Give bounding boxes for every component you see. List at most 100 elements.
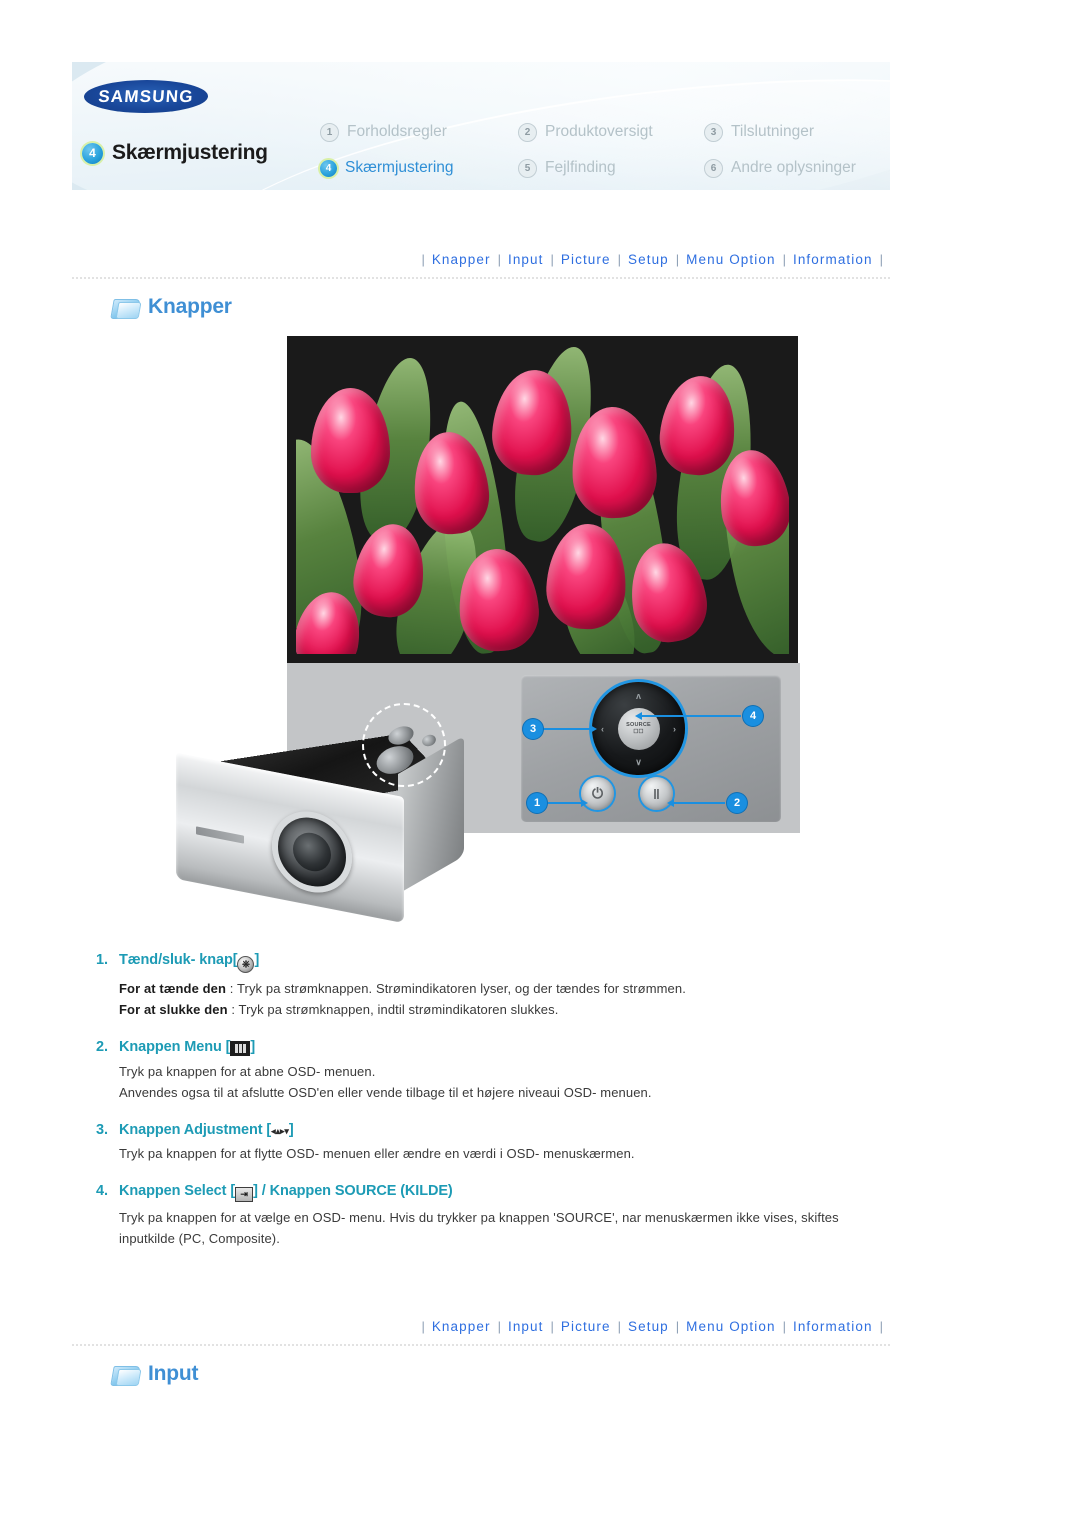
select-icon: ⇥ [235, 1187, 254, 1203]
nav-link-menu-option-bottom[interactable]: Menu Option [686, 1319, 775, 1334]
list-item-title: Knappen Adjustment [119, 1122, 263, 1139]
list-item-line: For at tænde den : Tryk pa strømknappen.… [119, 978, 896, 999]
power-icon: ⏻ [591, 785, 604, 801]
top-subnav: | Knapper | Input | Picture | Setup | Me… [72, 244, 890, 279]
header-menu-item-label: Skærmjustering [345, 159, 454, 176]
list-item-title: Knappen Menu [119, 1039, 222, 1056]
list-item-line: Anvendes ogsa til at afslutte OSD'en ell… [119, 1085, 652, 1101]
callout-leader-line-3 [543, 725, 597, 733]
dpad-right-arrow-icon[interactable]: › [673, 724, 676, 734]
callout-leader-line-1 [547, 799, 588, 807]
nav-separator: | [497, 1318, 501, 1334]
bottom-subnav: | Knapper | Input | Picture | Setup | Me… [72, 1311, 890, 1346]
line-label: For at slukke den [119, 1002, 228, 1018]
list-item-line: For at slukke den : Tryk pa strømknappen… [119, 999, 896, 1020]
dpad-up-arrow-icon[interactable]: ʌ [636, 691, 641, 701]
projector-figure: ʌ ∨ ‹ › SOURCE ☐☐ ⏻ ‖ 3 4 1 2 [140, 663, 800, 953]
nav-link-picture-bottom[interactable]: Picture [561, 1319, 611, 1334]
list-item-number: 2. [96, 1039, 108, 1056]
nav-separator: | [550, 1318, 554, 1334]
nav-separator: | [550, 251, 554, 267]
header-menu-item-andre-oplysninger[interactable]: 6 Andre oplysninger [704, 158, 890, 178]
nav-separator: | [782, 251, 786, 267]
header-menu-item-forholdsregler[interactable]: 1 Forholdsregler [320, 122, 518, 142]
nav-separator: | [782, 1318, 786, 1334]
nav-link-information-bottom[interactable]: Information [793, 1319, 873, 1334]
page-header-banner: SAMSUNG 4 Skærmjustering 1 Forholdsregle… [72, 62, 890, 190]
callout-badge-1: 1 [527, 793, 547, 813]
nav-link-setup[interactable]: Setup [628, 252, 669, 267]
arrows-icon: ◂▴▸▾ [271, 1126, 289, 1137]
bracket-close: ] [254, 952, 260, 968]
list-item-heading: 1. Tænd/sluk- knap[⎈] [96, 952, 896, 973]
line-text: : Tryk pa strømknappen, indtil strømindi… [227, 1002, 559, 1018]
control-panel-diagram: ʌ ∨ ‹ › SOURCE ☐☐ ⏻ ‖ 3 4 1 2 [521, 675, 781, 822]
menu-icon: ‖ [653, 785, 660, 802]
nav-link-picture[interactable]: Picture [561, 252, 611, 267]
source-button-sub-icon: ☐☐ [633, 728, 644, 735]
list-item-title: Knappen Select [119, 1183, 227, 1200]
nav-separator: | [421, 251, 425, 267]
bracket-close: ] [250, 1039, 256, 1056]
nav-link-input[interactable]: Input [508, 252, 544, 267]
callout-badge-3: 3 [523, 719, 543, 739]
nav-separator: | [421, 1318, 425, 1334]
list-item-line: Tryk pa knappen for at abne OSD- menuen. [119, 1064, 376, 1080]
nav-link-setup-bottom[interactable]: Setup [628, 1319, 669, 1334]
header-menu-item-skaermjustering[interactable]: 4 Skærmjustering [320, 159, 518, 177]
samsung-logo: SAMSUNG [82, 80, 210, 113]
section-heading-label: Knapper [148, 295, 232, 318]
power-icon: ⎈ [237, 956, 255, 973]
source-button-label: SOURCE [626, 721, 651, 728]
list-item-body: Tryk pa knappen for at flytte OSD- menue… [119, 1143, 896, 1164]
dpad-down-arrow-icon[interactable]: ∨ [635, 757, 642, 768]
section-heading-label: Input [148, 1362, 199, 1385]
list-item-menu-button: 2. Knappen Menu [] Tryk pa knappen for a… [96, 1039, 896, 1103]
list-item-line: Tryk pa knappen for at vælge en OSD- men… [119, 1210, 839, 1247]
list-item-number: 4. [96, 1183, 108, 1200]
menu-icon [230, 1041, 251, 1057]
line-text: : Tryk pa strømknappen. Strømindikatoren… [226, 981, 686, 996]
dpad-control[interactable]: ʌ ∨ ‹ › SOURCE ☐☐ [592, 682, 685, 775]
header-menu-item-produktoversigt[interactable]: 2 Produktoversigt [518, 122, 704, 142]
nav-link-menu-option[interactable]: Menu Option [686, 252, 775, 267]
nav-link-knapper[interactable]: Knapper [432, 252, 491, 267]
nav-link-input-bottom[interactable]: Input [508, 1319, 544, 1334]
list-item-power-button: 1. Tænd/sluk- knap[⎈] For at tænde den :… [96, 952, 896, 1020]
nav-separator: | [879, 251, 883, 267]
header-menu-item-tilslutninger[interactable]: 3 Tilslutninger [704, 122, 890, 142]
nav-separator: | [617, 1318, 621, 1334]
list-item-number: 3. [96, 1122, 108, 1139]
nav-separator: | [617, 251, 621, 267]
nav-separator: | [879, 1318, 883, 1334]
header-menu-item-fejlfinding[interactable]: 5 Fejlfinding [518, 158, 704, 178]
nav-separator: | [675, 251, 680, 267]
number-badge-icon: 6 [704, 158, 723, 178]
header-menu-item-label: Andre oplysninger [731, 159, 856, 176]
nav-link-information[interactable]: Information [793, 252, 873, 267]
list-item-title: Tænd/sluk- knap [119, 952, 233, 968]
list-item-select-source-button: 4. Knappen Select [⇥] / Knappen SOURCE (… [96, 1183, 896, 1249]
list-item-adjustment-button: 3. Knappen Adjustment [◂▴▸▾] Tryk pa kna… [96, 1122, 896, 1164]
folder-icon [110, 296, 142, 319]
list-item-heading: 3. Knappen Adjustment [◂▴▸▾] [96, 1122, 896, 1138]
section-heading-knapper: Knapper [110, 295, 232, 319]
header-menu-item-label: Fejlfinding [545, 159, 616, 176]
list-item-title-suffix: / Knappen SOURCE (KILDE) [257, 1183, 453, 1200]
number-badge-icon: 5 [518, 158, 537, 178]
dpad-left-arrow-icon[interactable]: ‹ [601, 724, 604, 734]
header-menu-item-label: Produktoversigt [545, 123, 653, 140]
list-item-line: Tryk pa knappen for at flytte OSD- menue… [119, 1146, 635, 1162]
callout-badge-4: 4 [743, 706, 763, 726]
line-label: For at tænde den [119, 981, 227, 996]
list-item-heading: 4. Knappen Select [⇥] / Knappen SOURCE (… [96, 1183, 896, 1203]
number-badge-icon: 4 [320, 159, 337, 177]
nav-separator: | [675, 1318, 680, 1334]
nav-link-knapper-bottom[interactable]: Knapper [432, 1319, 491, 1334]
page-title-number: 4 [82, 142, 103, 164]
number-badge-icon: 1 [320, 122, 339, 142]
nav-separator: | [497, 251, 501, 267]
list-item-heading: 2. Knappen Menu [] [96, 1039, 896, 1057]
header-menu-item-label: Forholdsregler [347, 123, 447, 140]
list-item-number: 1. [96, 952, 108, 968]
